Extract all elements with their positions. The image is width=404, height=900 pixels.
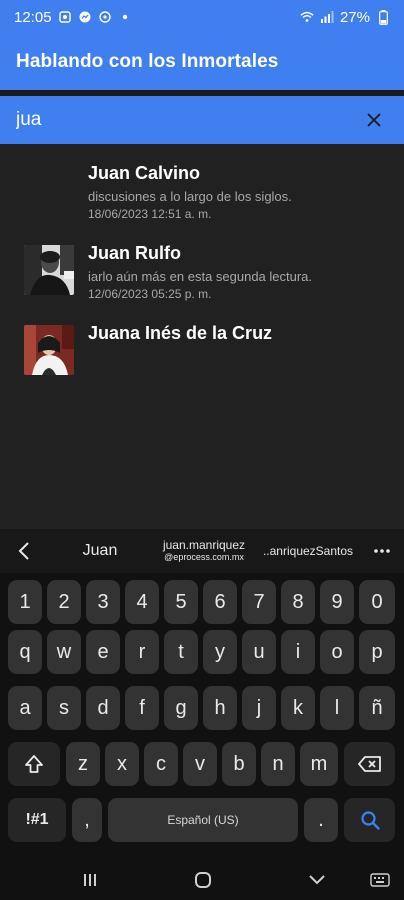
navigation-bar <box>0 860 404 900</box>
battery-percentage: 27% <box>339 8 370 26</box>
app-notification-icon <box>98 10 112 24</box>
key-e[interactable]: e <box>86 630 120 674</box>
key-n[interactable]: n <box>261 742 295 786</box>
search-key[interactable] <box>344 798 395 842</box>
key-p[interactable]: p <box>359 630 395 674</box>
backspace-icon <box>357 756 381 772</box>
key-t[interactable]: t <box>164 630 198 674</box>
key-g[interactable]: g <box>164 686 198 730</box>
keyboard-suggestion-bar: Juan juan.manriquez @eprocess.com.mx ..a… <box>0 529 404 573</box>
key-v[interactable]: v <box>183 742 217 786</box>
key-q[interactable]: q <box>8 630 42 674</box>
back-button[interactable] <box>297 866 337 894</box>
result-name: Juan Rulfo <box>88 243 181 263</box>
keyboard-switch-button[interactable] <box>360 866 400 894</box>
search-icon <box>360 811 380 830</box>
result-name: Juan Calvino <box>88 163 201 183</box>
key-d[interactable]: d <box>86 686 120 730</box>
key-6[interactable]: 6 <box>203 580 237 624</box>
app-title: Hablando con los Inmortales <box>16 51 279 72</box>
key-9[interactable]: 9 <box>320 580 354 624</box>
suggestion-2-main: juan.manriquez <box>162 538 246 552</box>
key-0[interactable]: 0 <box>359 580 395 624</box>
key-j[interactable]: j <box>242 686 276 730</box>
search-bar <box>0 96 404 144</box>
home-icon <box>195 872 211 888</box>
key-4[interactable]: 4 <box>125 580 159 624</box>
key-n-tilde[interactable]: ñ <box>359 686 395 730</box>
key-a[interactable]: a <box>8 686 42 730</box>
suggestions-back-button[interactable] <box>0 542 48 560</box>
chevron-left-icon <box>18 542 29 560</box>
key-w[interactable]: w <box>47 630 81 674</box>
keyboard-icon <box>370 873 390 887</box>
suggestion-1[interactable]: Juan <box>48 542 152 560</box>
clear-search-button[interactable] <box>360 106 388 134</box>
symbols-key[interactable]: !#1 <box>8 798 66 842</box>
shift-icon <box>25 755 43 773</box>
avatar <box>24 245 74 295</box>
key-l[interactable]: l <box>320 686 354 730</box>
key-y[interactable]: y <box>203 630 237 674</box>
key-7[interactable]: 7 <box>242 580 276 624</box>
search-results-list: Juan Calvino discusiones a lo largo de l… <box>0 144 404 529</box>
signal-icon <box>320 10 334 24</box>
close-icon <box>367 113 381 127</box>
shift-key[interactable] <box>8 742 60 786</box>
key-k[interactable]: k <box>281 686 315 730</box>
key-z[interactable]: z <box>66 742 100 786</box>
recent-apps-button[interactable] <box>70 866 110 894</box>
battery-icon <box>376 9 390 25</box>
app-bar: Hablando con los Inmortales <box>0 34 404 90</box>
suggestion-2-sub: @eprocess.com.mx <box>164 552 244 562</box>
gallery-notification-icon <box>58 10 72 24</box>
key-i[interactable]: i <box>281 630 315 674</box>
result-name: Juana Inés de la Cruz <box>88 323 273 343</box>
suggestion-3[interactable]: ..anriquezSantos <box>256 544 360 558</box>
key-b[interactable]: b <box>222 742 256 786</box>
result-item[interactable]: Juan Rulfo iarlo aún más en esta segunda… <box>0 224 404 304</box>
key-h[interactable]: h <box>203 686 237 730</box>
result-snippet: iarlo aún más en esta segunda lectura. <box>88 269 313 284</box>
key-s[interactable]: s <box>47 686 81 730</box>
keyboard-more-button[interactable] <box>360 549 404 553</box>
key-5[interactable]: 5 <box>164 580 198 624</box>
key-c[interactable]: c <box>144 742 178 786</box>
space-key[interactable]: Español (US) <box>108 798 298 842</box>
suggestion-2[interactable]: juan.manriquez @eprocess.com.mx <box>152 539 256 563</box>
more-notifications-dot-icon <box>118 10 132 24</box>
more-horizontal-icon <box>374 549 390 553</box>
key-r[interactable]: r <box>125 630 159 674</box>
comma-key[interactable]: , <box>72 798 102 842</box>
messenger-notification-icon <box>78 10 92 24</box>
wifi-icon <box>300 10 314 24</box>
key-1[interactable]: 1 <box>8 580 42 624</box>
key-2[interactable]: 2 <box>47 580 81 624</box>
status-time: 12:05 <box>14 8 52 26</box>
result-date: 12/06/2023 05:25 p. m. <box>88 287 212 301</box>
keyboard: 1 2 3 4 5 6 7 8 9 0 q w e r t y u i o p … <box>0 573 404 860</box>
key-o[interactable]: o <box>320 630 354 674</box>
key-8[interactable]: 8 <box>281 580 315 624</box>
result-item[interactable]: Juana Inés de la Cruz <box>0 304 404 384</box>
home-button[interactable] <box>183 866 223 894</box>
result-date: 18/06/2023 12:51 a. m. <box>88 207 212 221</box>
result-snippet: discusiones a lo largo de los siglos. <box>88 189 292 204</box>
backspace-key[interactable] <box>344 742 395 786</box>
key-3[interactable]: 3 <box>86 580 120 624</box>
key-x[interactable]: x <box>105 742 139 786</box>
result-item[interactable]: Juan Calvino discusiones a lo largo de l… <box>0 144 404 224</box>
status-bar: 12:05 27% <box>0 0 404 34</box>
period-key[interactable]: . <box>304 798 338 842</box>
recent-apps-icon <box>84 874 96 886</box>
key-u[interactable]: u <box>242 630 276 674</box>
avatar <box>24 325 74 375</box>
chevron-down-icon <box>309 875 325 885</box>
search-input[interactable] <box>16 109 360 131</box>
key-m[interactable]: m <box>300 742 338 786</box>
key-f[interactable]: f <box>125 686 159 730</box>
